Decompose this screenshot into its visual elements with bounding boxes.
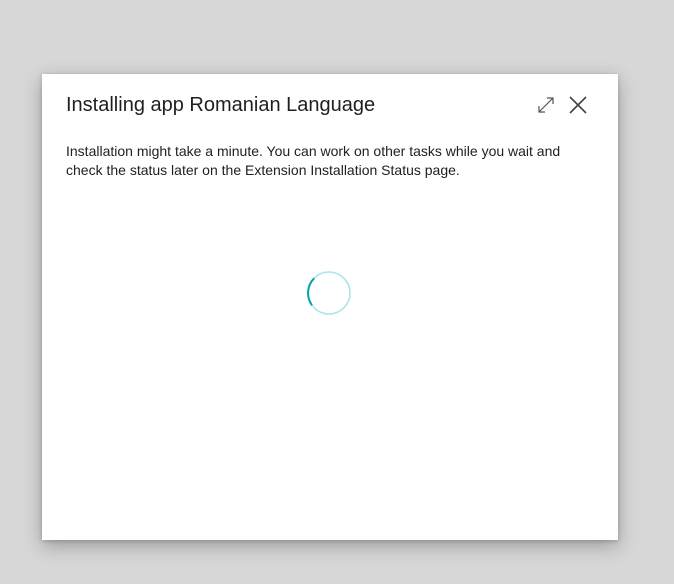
loading-spinner-icon [307,271,351,315]
close-button[interactable] [565,92,591,118]
close-icon [569,96,587,114]
install-dialog: Installing app Romanian Language Install… [42,74,618,540]
dialog-message: Installation might take a minute. You ca… [66,143,561,178]
dialog-title: Installing app Romanian Language [66,94,376,116]
expand-icon [538,97,554,113]
spinner-arc [307,277,315,306]
expand-button[interactable] [533,92,559,118]
